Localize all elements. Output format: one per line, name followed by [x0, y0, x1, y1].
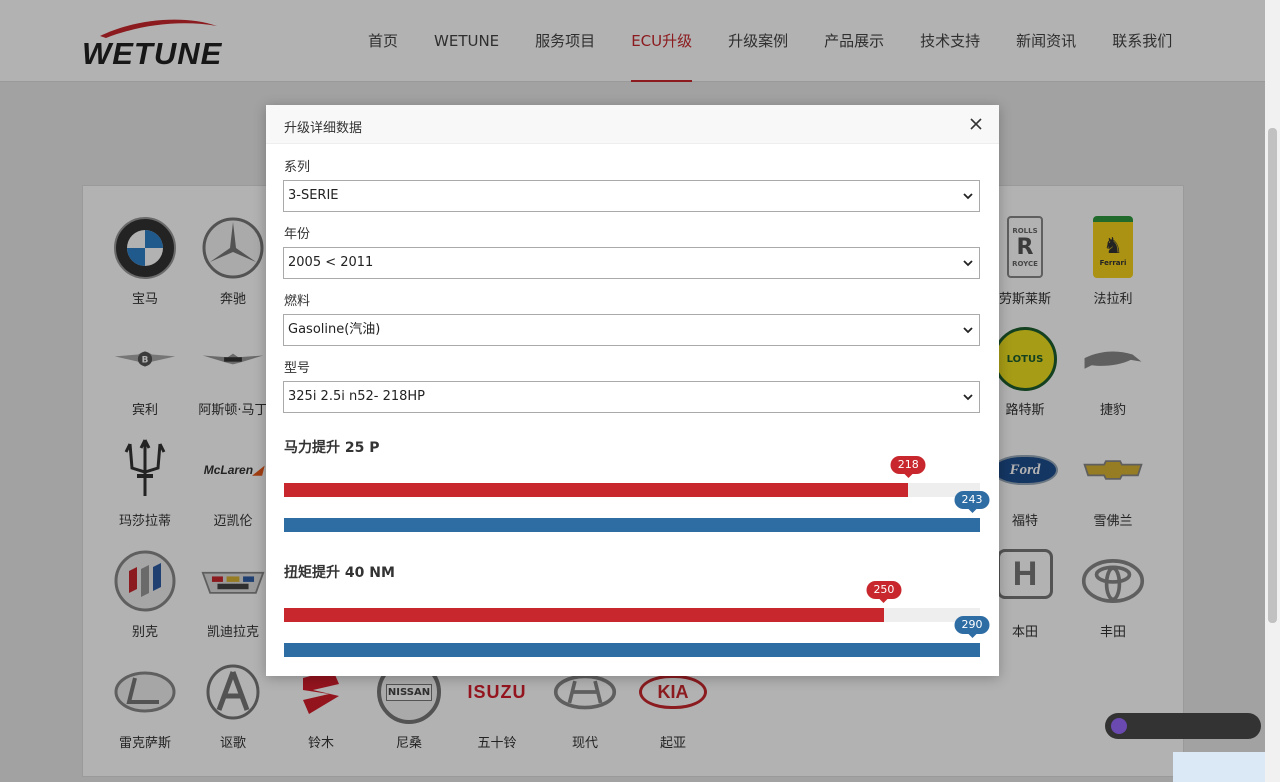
torque-after-bar [284, 643, 980, 657]
power-after-bar [284, 518, 980, 532]
chevron-down-icon [963, 193, 973, 200]
chat-avatar-icon [1111, 718, 1127, 734]
model-select[interactable]: 325i 2.5i n52- 218HP [283, 381, 980, 413]
floating-chat-bar[interactable] [1105, 713, 1261, 739]
chevron-down-icon [963, 394, 973, 401]
fuel-select[interactable]: Gasoline(汽油) [283, 314, 980, 346]
modal-title: 升级详细数据 [284, 121, 363, 136]
modal-header: 升级详细数据 [266, 105, 999, 144]
upgrade-details-modal: 升级详细数据 系列 3-SERIE 年份 2005 < 2011 燃料 Gaso… [266, 105, 999, 676]
model-label: 型号 [284, 361, 311, 376]
year-value: 2005 < 2011 [288, 255, 374, 270]
close-icon[interactable] [967, 115, 985, 133]
torque-before-track [284, 608, 980, 622]
power-before-bar [284, 483, 909, 497]
chevron-down-icon [963, 327, 973, 334]
series-value: 3-SERIE [288, 188, 339, 203]
power-after-track [284, 518, 980, 532]
torque-before-badge: 250 [866, 581, 902, 603]
torque-gain-label: 扭矩提升 40 NM [284, 565, 395, 581]
year-select[interactable]: 2005 < 2011 [283, 247, 980, 279]
floating-widget[interactable] [1173, 752, 1265, 782]
chevron-down-icon [963, 260, 973, 267]
torque-after-badge: 290 [954, 616, 990, 638]
power-before-track [284, 483, 980, 497]
year-label: 年份 [284, 227, 311, 242]
torque-before-bar [284, 608, 884, 622]
power-after-badge: 243 [954, 491, 990, 513]
power-before-badge: 218 [890, 456, 926, 478]
model-value: 325i 2.5i n52- 218HP [288, 389, 426, 404]
series-select[interactable]: 3-SERIE [283, 180, 980, 212]
fuel-value: Gasoline(汽油) [288, 322, 381, 337]
page-scrollbar[interactable] [1265, 0, 1280, 782]
torque-after-track [284, 643, 980, 657]
scrollbar-thumb[interactable] [1268, 128, 1277, 623]
fuel-label: 燃料 [284, 294, 311, 309]
series-label: 系列 [284, 160, 311, 175]
power-gain-label: 马力提升 25 P [284, 440, 380, 456]
